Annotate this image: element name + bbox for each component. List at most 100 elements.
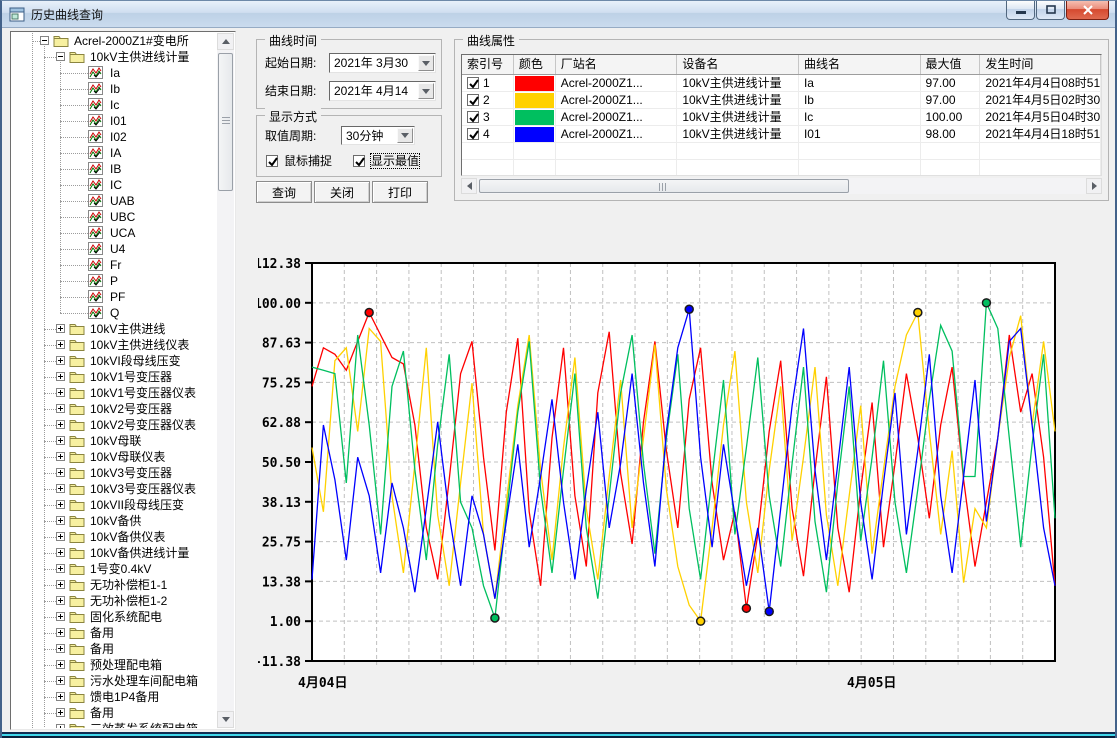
query-button[interactable]: 查询 bbox=[256, 181, 312, 203]
table-row[interactable]: 1Acrel-2000Z1...10kV主供进线计量Ia97.002021年4月… bbox=[462, 75, 1101, 92]
curve-visible-checkbox[interactable] bbox=[467, 111, 479, 123]
end-date-combo[interactable]: 2021年 4月14 bbox=[329, 81, 436, 101]
curve-visible-checkbox[interactable] bbox=[467, 77, 479, 89]
column-header[interactable]: 最大值 bbox=[921, 55, 981, 74]
tree-node-folder[interactable]: 备用 bbox=[12, 641, 217, 657]
tree-node-folder[interactable]: 备用 bbox=[12, 625, 217, 641]
show-extremes-label[interactable]: 显示最值 bbox=[371, 154, 419, 168]
column-header[interactable]: 索引号 bbox=[462, 55, 514, 74]
table-scroll-thumb[interactable] bbox=[479, 179, 849, 193]
expand-icon[interactable] bbox=[56, 564, 65, 573]
tree-node-folder[interactable]: 10kV母联仪表 bbox=[12, 449, 217, 465]
tree-node-curve[interactable]: Q bbox=[12, 305, 217, 321]
expand-icon[interactable] bbox=[56, 580, 65, 589]
tree-node-folder[interactable]: 备用 bbox=[12, 705, 217, 721]
tree-node-metering-group[interactable]: 10kV主供进线计量 bbox=[12, 49, 217, 65]
table-row[interactable]: 3Acrel-2000Z1...10kV主供进线计量Ic100.002021年4… bbox=[462, 109, 1101, 126]
tree-node-curve[interactable]: UAB bbox=[12, 193, 217, 209]
tree-node-curve[interactable]: IC bbox=[12, 177, 217, 193]
show-extremes-checkbox[interactable] bbox=[353, 155, 365, 167]
tree-node-curve[interactable]: UBC bbox=[12, 209, 217, 225]
expand-icon[interactable] bbox=[56, 468, 65, 477]
sample-period-dropdown-button[interactable] bbox=[397, 128, 413, 143]
column-header[interactable]: 曲线名 bbox=[799, 55, 921, 74]
tree-node-folder[interactable]: 10kV3号变压器仪表 bbox=[12, 481, 217, 497]
close-dialog-button[interactable]: 关闭 bbox=[314, 181, 370, 203]
tree-node-folder[interactable]: 10kVI段母线压变 bbox=[12, 353, 217, 369]
tree-node-folder[interactable]: 三效蒸发系统配电箱 bbox=[12, 721, 217, 728]
tree-node-folder[interactable]: 固化系统配电 bbox=[12, 609, 217, 625]
expand-icon[interactable] bbox=[56, 372, 65, 381]
expand-icon[interactable] bbox=[56, 516, 65, 525]
table-row[interactable]: 4Acrel-2000Z1...10kV主供进线计量I0198.002021年4… bbox=[462, 126, 1101, 143]
expand-icon[interactable] bbox=[56, 532, 65, 541]
tree-node-folder[interactable]: 10kV备供仪表 bbox=[12, 529, 217, 545]
expand-icon[interactable] bbox=[56, 596, 65, 605]
tree-node-folder[interactable]: 10kVII段母线压变 bbox=[12, 497, 217, 513]
expand-icon[interactable] bbox=[56, 436, 65, 445]
start-date-dropdown-button[interactable] bbox=[418, 55, 434, 71]
mouse-capture-label[interactable]: 鼠标捕捉 bbox=[284, 154, 332, 168]
device-tree[interactable]: Acrel-2000Z1#变电所10kV主供进线计量IaIbIcI01I02IA… bbox=[12, 33, 217, 728]
minimize-button[interactable] bbox=[1006, 1, 1035, 20]
tree-node-folder[interactable]: 无功补偿柜1-2 bbox=[12, 593, 217, 609]
sample-period-combo[interactable]: 30分钟 bbox=[341, 126, 415, 145]
tree-node-folder[interactable]: 10kV1号变压器仪表 bbox=[12, 385, 217, 401]
expand-icon[interactable] bbox=[56, 420, 65, 429]
expand-icon[interactable] bbox=[56, 404, 65, 413]
table-row[interactable]: 2Acrel-2000Z1...10kV主供进线计量Ib97.002021年4月… bbox=[462, 92, 1101, 109]
title-bar[interactable]: 历史曲线查询 bbox=[2, 1, 1115, 28]
tree-node-folder[interactable]: 10kV备供进线计量 bbox=[12, 545, 217, 561]
expand-icon[interactable] bbox=[56, 452, 65, 461]
expand-icon[interactable] bbox=[56, 628, 65, 637]
tree-node-curve[interactable]: Ic bbox=[12, 97, 217, 113]
tree-node-curve[interactable]: U4 bbox=[12, 241, 217, 257]
tree-node-curve[interactable]: Ib bbox=[12, 81, 217, 97]
column-header[interactable]: 发生时间 bbox=[980, 55, 1101, 74]
restore-button[interactable] bbox=[1036, 1, 1065, 20]
expand-icon[interactable] bbox=[56, 340, 65, 349]
column-header[interactable]: 厂站名 bbox=[556, 55, 678, 74]
tree-node-folder[interactable]: 10kV1号变压器 bbox=[12, 369, 217, 385]
curve-visible-checkbox[interactable] bbox=[467, 94, 479, 106]
print-button[interactable]: 打印 bbox=[372, 181, 428, 203]
tree-node-curve[interactable]: Ia bbox=[12, 65, 217, 81]
tree-node-curve[interactable]: I01 bbox=[12, 113, 217, 129]
close-button[interactable] bbox=[1066, 1, 1109, 20]
collapse-icon[interactable] bbox=[40, 36, 49, 45]
tree-node-folder[interactable]: 馈电1P4备用 bbox=[12, 689, 217, 705]
tree-node-curve[interactable]: Fr bbox=[12, 257, 217, 273]
curve-visible-checkbox[interactable] bbox=[467, 128, 479, 140]
scroll-up-button[interactable] bbox=[217, 33, 234, 50]
expand-icon[interactable] bbox=[56, 548, 65, 557]
expand-icon[interactable] bbox=[56, 724, 65, 728]
expand-icon[interactable] bbox=[56, 676, 65, 685]
tree-node-curve[interactable]: IB bbox=[12, 161, 217, 177]
tree-node-folder[interactable]: 10kV主供进线仪表 bbox=[12, 337, 217, 353]
history-chart-canvas[interactable]: 112.38100.0087.6375.2562.8850.5038.1325.… bbox=[258, 241, 1114, 711]
expand-icon[interactable] bbox=[56, 484, 65, 493]
history-chart[interactable]: 112.38100.0087.6375.2562.8850.5038.1325.… bbox=[258, 241, 1114, 711]
expand-icon[interactable] bbox=[56, 708, 65, 717]
tree-node-folder[interactable]: 10kV2号变压器 bbox=[12, 401, 217, 417]
tree-scroll-thumb[interactable] bbox=[218, 53, 233, 191]
column-header[interactable]: 设备名 bbox=[677, 55, 799, 74]
start-date-combo[interactable]: 2021年 3月30 bbox=[329, 53, 436, 73]
expand-icon[interactable] bbox=[56, 324, 65, 333]
tree-vertical-scrollbar[interactable] bbox=[217, 33, 234, 728]
mouse-capture-checkbox[interactable] bbox=[266, 155, 278, 167]
tree-node-folder[interactable]: 10kV2号变压器仪表 bbox=[12, 417, 217, 433]
scroll-right-button[interactable] bbox=[1086, 178, 1102, 194]
expand-icon[interactable] bbox=[56, 644, 65, 653]
tree-node-curve[interactable]: UCA bbox=[12, 225, 217, 241]
tree-node-folder[interactable]: 预处理配电箱 bbox=[12, 657, 217, 673]
scroll-down-button[interactable] bbox=[217, 711, 234, 728]
column-header[interactable]: 颜色 bbox=[514, 55, 556, 74]
tree-node-folder[interactable]: 10kV备供 bbox=[12, 513, 217, 529]
tree-node-curve[interactable]: PF bbox=[12, 289, 217, 305]
tree-node-folder[interactable]: 污水处理车间配电箱 bbox=[12, 673, 217, 689]
tree-node-curve[interactable]: P bbox=[12, 273, 217, 289]
end-date-dropdown-button[interactable] bbox=[418, 83, 434, 99]
expand-icon[interactable] bbox=[56, 660, 65, 669]
scroll-left-button[interactable] bbox=[461, 178, 477, 194]
